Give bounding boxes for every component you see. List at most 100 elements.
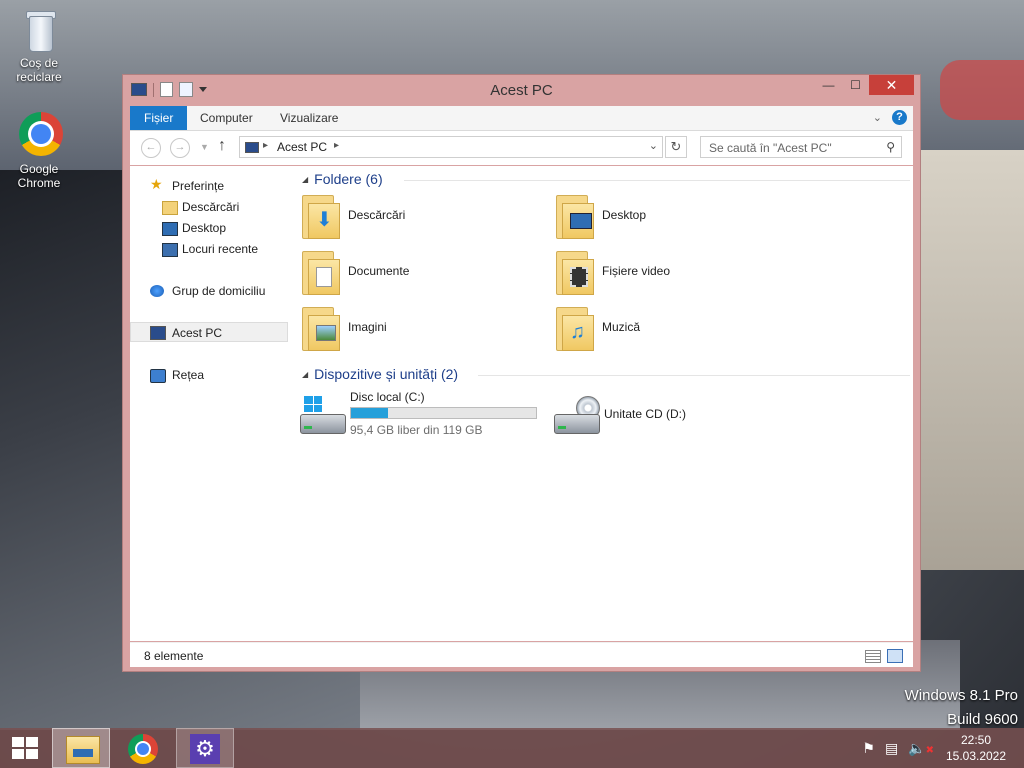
music-folder-icon: ♫ <box>556 307 594 351</box>
desktop-icon-chrome[interactable]: Google Chrome <box>7 112 71 190</box>
folder-label: Fișiere video <box>602 264 671 278</box>
recent-locations-dropdown-icon[interactable]: ▼ <box>200 142 209 152</box>
sidebar-item-recent-places[interactable]: Locuri recente <box>130 239 288 259</box>
volume-muted-icon[interactable]: 🔈✖ <box>908 740 934 757</box>
pictures-folder-icon <box>302 307 340 351</box>
breadcrumb-chevron-icon[interactable]: ▸ <box>334 140 339 151</box>
local-disk-icon <box>300 396 346 436</box>
back-button[interactable]: ← <box>141 138 161 158</box>
main-pane: ◢ Foldere (6) ⬇ Descărcări Desktop Docum… <box>298 166 910 641</box>
group-header-folders[interactable]: ◢ Foldere (6) <box>302 171 383 187</box>
minimize-button[interactable]: — <box>815 75 842 95</box>
sidebar-item-homegroup[interactable]: Grup de domiciliu <box>130 281 288 301</box>
folder-tile-desktop[interactable]: Desktop <box>552 191 792 241</box>
ribbon-right: ⌄ ? <box>873 110 907 125</box>
explorer-window: Acest PC — ☐ ✕ Fișier Computer Vizualiza… <box>122 74 921 672</box>
videos-folder-icon <box>556 251 594 295</box>
forward-button[interactable]: → <box>170 138 190 158</box>
sidebar-item-downloads[interactable]: Descărcări <box>130 197 288 217</box>
sidebar-item-label: Locuri recente <box>182 242 259 256</box>
search-placeholder: Se caută în "Acest PC" <box>709 141 832 155</box>
tab-computer[interactable]: Computer <box>186 106 267 130</box>
sidebar-item-network[interactable]: Rețea <box>130 365 288 385</box>
network-icon[interactable]: ▤ <box>885 740 898 757</box>
file-explorer-icon <box>66 736 100 764</box>
wallpaper-taillight <box>940 60 1024 120</box>
sidebar-item-this-pc[interactable]: Acest PC <box>130 322 288 342</box>
drive-free-space: 95,4 GB liber din 119 GB <box>350 423 483 437</box>
folder-label: Imagini <box>348 320 387 334</box>
group-divider <box>478 375 910 376</box>
group-header-devices[interactable]: ◢ Dispozitive și unități (2) <box>302 366 458 382</box>
ribbon-tabs: Fișier Computer Vizualizare ⌄ ? <box>130 106 913 131</box>
homegroup-icon <box>150 285 164 297</box>
sidebar-item-label: Desktop <box>182 221 227 235</box>
close-button[interactable]: ✕ <box>869 75 914 95</box>
desktop-icon-recycle-bin[interactable]: Coş de reciclare <box>7 6 71 84</box>
start-button[interactable] <box>12 737 38 759</box>
drive-tile-cd[interactable]: Unitate CD (D:) <box>552 390 792 442</box>
navigation-bar: ← → ▼ ↑ ▸ Acest PC ▸ ⌄ ↻ Se caută în "Ac… <box>130 131 913 165</box>
search-input[interactable]: Se caută în "Acest PC" ⚲ <box>700 136 902 158</box>
documents-folder-icon <box>302 251 340 295</box>
sidebar-item-label: Grup de domiciliu <box>172 284 266 298</box>
folder-icon <box>162 201 178 215</box>
title-bar[interactable]: Acest PC — ☐ ✕ <box>123 75 920 105</box>
chrome-icon <box>19 112 63 158</box>
folder-tile-pictures[interactable]: Imagini <box>298 303 538 353</box>
taskbar-file-explorer[interactable] <box>52 728 110 768</box>
up-button[interactable]: ↑ <box>218 137 226 155</box>
expand-ribbon-icon[interactable]: ⌄ <box>873 111 882 124</box>
cd-drive-icon <box>554 396 600 436</box>
item-count: 8 elemente <box>144 649 204 663</box>
breadcrumb-current[interactable]: Acest PC <box>277 140 327 154</box>
collapse-icon[interactable]: ◢ <box>302 175 308 184</box>
address-dropdown-icon[interactable]: ⌄ <box>649 139 658 152</box>
large-icons-view-icon[interactable] <box>887 649 903 663</box>
computer-icon <box>245 142 259 153</box>
os-watermark: Windows 8.1 Pro Build 9600 <box>905 684 1018 732</box>
folder-tile-videos[interactable]: Fișiere video <box>552 247 792 297</box>
address-bar[interactable]: ▸ Acest PC ▸ ⌄ <box>239 136 663 158</box>
computer-icon <box>150 326 166 340</box>
taskbar-chrome[interactable] <box>114 728 172 768</box>
star-icon: ★ <box>150 176 163 192</box>
details-view-icon[interactable] <box>865 650 881 663</box>
tab-file[interactable]: Fișier <box>130 106 188 130</box>
folder-tile-documents[interactable]: Documente <box>298 247 538 297</box>
status-bar: 8 elemente <box>130 642 913 667</box>
sidebar-item-label: Descărcări <box>182 200 240 214</box>
drive-usage-fill <box>351 408 388 418</box>
drive-label: Unitate CD (D:) <box>604 407 687 421</box>
taskbar-settings[interactable]: ⚙ <box>176 728 234 768</box>
tab-view[interactable]: Vizualizare <box>266 106 352 130</box>
maximize-button[interactable]: ☐ <box>842 75 869 95</box>
folder-tile-downloads[interactable]: ⬇ Descărcări <box>298 191 538 241</box>
action-center-flag-icon[interactable]: ⚑ <box>862 740 875 757</box>
drive-usage-bar <box>350 407 537 419</box>
recent-places-icon <box>162 243 178 257</box>
collapse-icon[interactable]: ◢ <box>302 370 308 379</box>
folder-label: Descărcări <box>348 208 406 222</box>
breadcrumb-chevron-icon[interactable]: ▸ <box>263 140 268 151</box>
folder-label: Documente <box>348 264 410 278</box>
downloads-folder-icon: ⬇ <box>302 195 340 239</box>
sidebar-item-favorites[interactable]: ★ Preferințe <box>130 176 288 196</box>
network-icon <box>150 369 166 383</box>
search-icon[interactable]: ⚲ <box>886 140 895 154</box>
desktop-icon-label: Google Chrome <box>17 162 61 190</box>
navigation-pane: ★ Preferințe Descărcări Desktop Locuri r… <box>130 166 290 641</box>
help-icon[interactable]: ? <box>892 110 907 125</box>
refresh-button[interactable]: ↻ <box>665 136 687 158</box>
folder-label: Desktop <box>602 208 647 222</box>
clock-date: 15.03.2022 <box>945 749 1007 763</box>
folder-tile-music[interactable]: ♫ Muzică <box>552 303 792 353</box>
desktop-icon-label: Coş de reciclare <box>16 56 62 84</box>
sidebar-item-label: Rețea <box>172 368 205 382</box>
desktop-icon <box>162 222 178 236</box>
group-title: Foldere (6) <box>314 171 383 187</box>
sidebar-item-desktop[interactable]: Desktop <box>130 218 288 238</box>
window-title: Acest PC <box>490 82 553 99</box>
clock[interactable]: 22:50 15.03.2022 <box>934 732 1018 764</box>
drive-tile-local-disk[interactable]: Disc local (C:) 95,4 GB liber din 119 GB <box>298 390 538 442</box>
